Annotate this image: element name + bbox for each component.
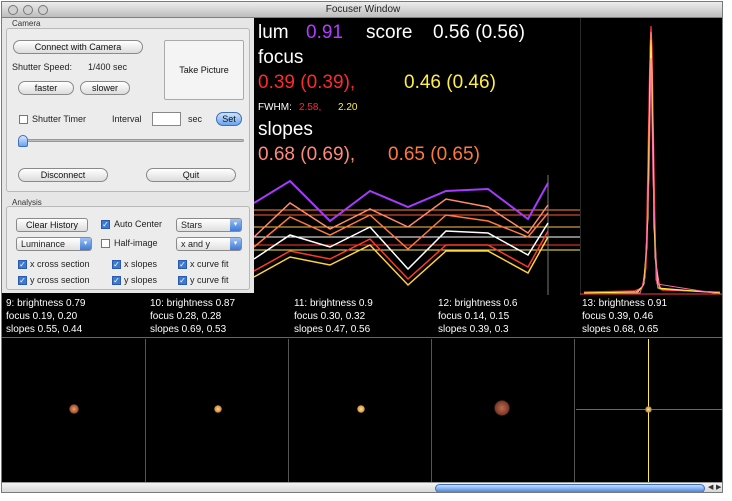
- score-label: score: [366, 22, 413, 43]
- scrollbar-thumb[interactable]: [435, 484, 705, 492]
- shutter-timer-checkbox[interactable]: [19, 115, 28, 124]
- focus-history-graph: [254, 175, 580, 295]
- auto-center-label: Auto Center: [114, 219, 163, 229]
- title-bar[interactable]: Focuser Window: [2, 2, 722, 18]
- clear-history-button[interactable]: Clear History: [16, 218, 88, 232]
- star-thumbnail[interactable]: [4, 339, 146, 482]
- take-picture-button[interactable]: Take Picture: [164, 40, 244, 100]
- frame-brightness: 11: brightness 0.9: [294, 298, 373, 309]
- axis-select-value: x and y: [181, 239, 211, 249]
- connect-camera-button[interactable]: Connect with Camera: [13, 40, 143, 54]
- camera-section-label: Camera: [10, 19, 43, 28]
- fwhm-label: FWHM:: [258, 102, 292, 113]
- frame-slopes: slopes 0.68, 0.65: [582, 324, 659, 335]
- frame-focus: focus 0.14, 0.15: [438, 311, 510, 322]
- fwhm-y-value: 2.20: [338, 102, 358, 113]
- y-slopes-checkbox[interactable]: ✓: [112, 276, 121, 285]
- axis-select[interactable]: x and y ▾: [176, 237, 242, 251]
- horizontal-scrollbar[interactable]: ◀ ▶: [2, 482, 722, 492]
- interval-label: Interval: [112, 114, 142, 124]
- frame-focus: focus 0.30, 0.32: [294, 311, 366, 322]
- star-image: [645, 406, 652, 413]
- frame-stats: 9: brightness 0.79 focus 0.19, 0.20 slop…: [6, 297, 86, 336]
- shutter-speed-label: Shutter Speed:: [12, 62, 73, 72]
- focus-x-value: 0.39 (0.39),: [258, 72, 356, 93]
- set-interval-button[interactable]: Set: [216, 112, 242, 126]
- x-slopes-label: x slopes: [124, 259, 158, 269]
- star-image: [494, 400, 510, 416]
- frame-brightness: 13: brightness 0.91: [582, 298, 668, 309]
- faster-button[interactable]: faster: [18, 81, 74, 95]
- x-curve-fit-label: x curve fit: [190, 259, 229, 269]
- disconnect-button[interactable]: Disconnect: [18, 168, 108, 182]
- frame-brightness: 10: brightness 0.87: [150, 298, 236, 309]
- mode-select[interactable]: Stars ▾: [176, 218, 242, 232]
- channel-select-value: Luminance: [21, 239, 66, 249]
- frame-stats: 11: brightness 0.9 focus 0.30, 0.32 slop…: [294, 297, 373, 336]
- frame-focus: focus 0.19, 0.20: [6, 311, 78, 322]
- focus-label: focus: [258, 47, 304, 68]
- interval-slider-knob[interactable]: [18, 135, 28, 147]
- auto-center-checkbox[interactable]: ✓: [101, 220, 110, 229]
- cross-section-plot: [580, 18, 722, 295]
- chevron-down-icon: ▾: [230, 219, 241, 231]
- channel-select[interactable]: Luminance ▾: [16, 237, 92, 251]
- frame-slopes: slopes 0.47, 0.56: [294, 324, 371, 335]
- x-slopes-checkbox[interactable]: ✓: [112, 260, 121, 269]
- star-thumbnail[interactable]: [433, 339, 575, 482]
- frame-focus: focus 0.39, 0.46: [582, 311, 654, 322]
- lum-value: 0.91: [306, 22, 343, 43]
- y-curve-fit-checkbox[interactable]: ✓: [178, 276, 187, 285]
- interval-input[interactable]: [152, 112, 181, 126]
- y-curve-fit-label: y curve fit: [190, 275, 229, 285]
- scroll-right-arrow-icon[interactable]: ▶: [716, 483, 722, 491]
- frame-focus: focus 0.28, 0.28: [150, 311, 222, 322]
- interval-slider-track[interactable]: [18, 139, 244, 142]
- score-value: 0.56 (0.56): [433, 22, 525, 43]
- control-panel: Camera Connect with Camera Take Picture …: [2, 18, 254, 293]
- y-cross-section-checkbox[interactable]: ✓: [18, 276, 27, 285]
- slopes-x-value: 0.68 (0.69),: [258, 144, 356, 165]
- x-curve-fit-checkbox[interactable]: ✓: [178, 260, 187, 269]
- x-cross-section-label: x cross section: [30, 259, 90, 269]
- star-image: [357, 405, 365, 413]
- slopes-label: slopes: [258, 119, 313, 140]
- divider: [2, 337, 722, 338]
- y-slopes-label: y slopes: [124, 275, 158, 285]
- frame-slopes: slopes 0.55, 0.44: [6, 324, 83, 335]
- slopes-y-value: 0.65 (0.65): [388, 144, 480, 165]
- sec-label: sec: [188, 114, 203, 124]
- fwhm-x-value: 2.58,: [299, 102, 322, 113]
- quit-button[interactable]: Quit: [146, 168, 236, 182]
- star-thumbnail[interactable]: [290, 339, 432, 482]
- half-image-checkbox[interactable]: [101, 239, 110, 248]
- chevron-down-icon: ▾: [230, 238, 241, 250]
- frame-slopes: slopes 0.69, 0.53: [150, 324, 227, 335]
- frame-stats: 10: brightness 0.87 focus 0.28, 0.28 slo…: [150, 297, 235, 336]
- shutter-timer-label: Shutter Timer: [32, 114, 87, 124]
- frame-stats: 12: brightness 0.6 focus 0.14, 0.15 slop…: [438, 297, 518, 336]
- focuser-window: Focuser Window Camera Connect with Camer…: [1, 1, 723, 493]
- star-image: [214, 405, 222, 413]
- y-cross-section-label: y cross section: [30, 275, 90, 285]
- star-thumbnail-selected[interactable]: [576, 339, 722, 482]
- x-cross-section-checkbox[interactable]: ✓: [18, 260, 27, 269]
- star-image: [69, 404, 79, 414]
- star-thumbnail[interactable]: [147, 339, 289, 482]
- half-image-label: Half-image: [114, 238, 158, 248]
- frame-slopes: slopes 0.39, 0.3: [438, 324, 509, 335]
- scroll-left-arrow-icon[interactable]: ◀: [708, 483, 715, 491]
- slower-button[interactable]: slower: [80, 81, 130, 95]
- shutter-speed-value: 1/400 sec: [88, 62, 128, 72]
- focus-y-value: 0.46 (0.46): [404, 72, 496, 93]
- mode-select-value: Stars: [181, 220, 203, 230]
- lum-label: lum: [258, 22, 289, 43]
- frame-brightness: 12: brightness 0.6: [438, 298, 518, 309]
- frame-stats: 13: brightness 0.91 focus 0.39, 0.46 slo…: [582, 297, 667, 336]
- chevron-down-icon: ▾: [80, 238, 91, 250]
- window-title: Focuser Window: [325, 4, 401, 15]
- frame-brightness: 9: brightness 0.79: [6, 298, 86, 309]
